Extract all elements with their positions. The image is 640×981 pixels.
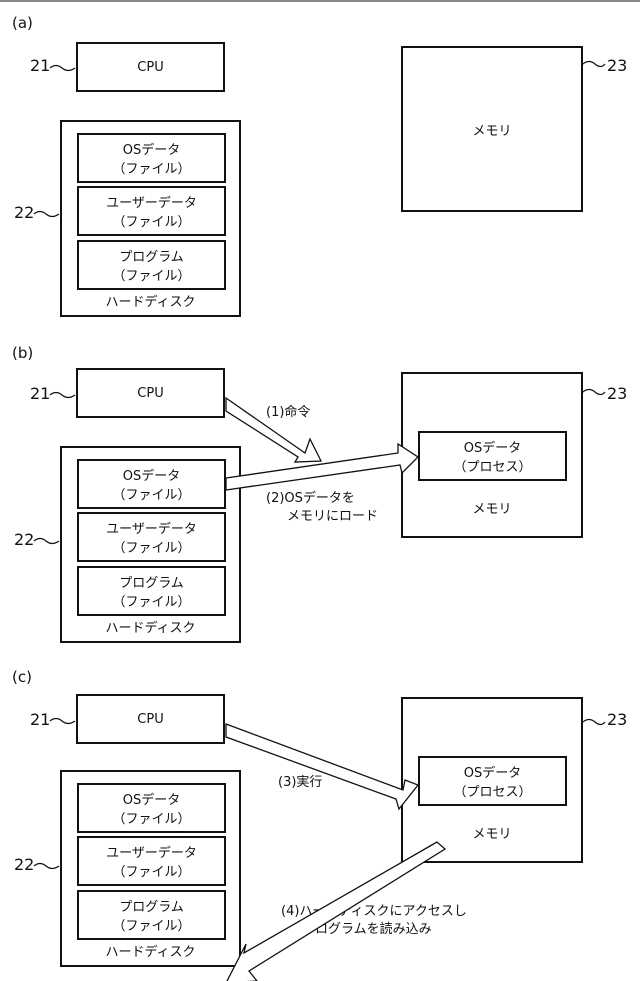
memory-box: OSデータ （プロセス） メモリ [401, 372, 583, 538]
file-kind: （ファイル） [112, 488, 191, 503]
cpu-box: CPU [76, 42, 225, 92]
leader-memory [582, 718, 606, 726]
file-kind: （ファイル） [112, 812, 191, 827]
leader-hdd [33, 210, 60, 218]
arrow-label-read-line2: プログラムを読み込み [302, 922, 432, 937]
hdd-ref-number: 22 [14, 855, 35, 874]
process-name: OSデータ [463, 766, 522, 781]
arrow-execute [225, 723, 420, 811]
file-kind: （ファイル） [112, 595, 191, 610]
file-name: ユーザーデータ [106, 846, 197, 861]
arrow-label-execute: (3)実行 [278, 775, 323, 790]
file-program: プログラム （ファイル） [77, 566, 226, 616]
top-border [0, 0, 640, 2]
hard-disk-box: OSデータ （ファイル） ユーザーデータ （ファイル） プログラム （ファイル）… [60, 120, 241, 317]
leader-cpu [49, 391, 76, 399]
file-kind: （ファイル） [112, 162, 191, 177]
leader-hdd [33, 862, 60, 870]
file-kind: （ファイル） [112, 865, 191, 880]
arrow-label-command: (1)命令 [266, 405, 311, 420]
file-kind: （ファイル） [112, 919, 191, 934]
hard-disk-box: OSデータ （ファイル） ユーザーデータ （ファイル） プログラム （ファイル）… [60, 770, 241, 967]
cpu-label: CPU [137, 59, 164, 75]
hard-disk-label: ハードディスク [105, 295, 196, 310]
memory-label: メモリ [472, 827, 512, 842]
file-program: プログラム （ファイル） [77, 890, 226, 940]
leader-hdd [33, 537, 60, 545]
cpu-label: CPU [137, 711, 164, 727]
leader-cpu [49, 64, 76, 72]
file-program: プログラム （ファイル） [77, 240, 226, 290]
file-user-data: ユーザーデータ （ファイル） [77, 512, 226, 562]
file-user-data: ユーザーデータ （ファイル） [77, 186, 226, 236]
file-name: OSデータ [122, 793, 181, 808]
file-kind: （ファイル） [112, 269, 191, 284]
hdd-ref-number: 22 [14, 203, 35, 222]
file-name: プログラム [119, 576, 184, 591]
file-kind: （ファイル） [112, 215, 191, 230]
process-name: OSデータ [463, 441, 522, 456]
panel-label: (b) [12, 344, 34, 362]
hdd-ref-number: 22 [14, 530, 35, 549]
file-name: プログラム [119, 900, 184, 915]
memory-box: メモリ [401, 46, 583, 212]
memory-ref-number: 23 [607, 710, 628, 729]
file-os-data: OSデータ （ファイル） [77, 133, 226, 183]
file-user-data: ユーザーデータ （ファイル） [77, 836, 226, 886]
leader-memory [582, 60, 606, 68]
file-name: プログラム [119, 250, 184, 265]
process-os-data: OSデータ （プロセス） [418, 431, 567, 481]
hard-disk-label: ハードディスク [105, 945, 196, 960]
cpu-ref-number: 21 [30, 384, 51, 403]
file-kind: （ファイル） [112, 541, 191, 556]
hard-disk-box: OSデータ （ファイル） ユーザーデータ （ファイル） プログラム （ファイル）… [60, 446, 241, 643]
arrow-label-load-line2: メモリにロード [287, 509, 379, 524]
arrow-load [225, 442, 420, 491]
memory-ref-number: 23 [607, 384, 628, 403]
arrow-label-load-line1: (2)OSデータを [266, 491, 355, 506]
arrow-label-read-line1: (4)ハードディスクにアクセスし [281, 904, 467, 919]
cpu-ref-number: 21 [30, 710, 51, 729]
cpu-label: CPU [137, 385, 164, 401]
panel-label: (c) [12, 668, 32, 686]
file-name: ユーザーデータ [106, 522, 197, 537]
file-name: OSデータ [122, 469, 181, 484]
process-kind: （プロセス） [453, 785, 532, 800]
cpu-box: CPU [76, 368, 225, 418]
memory-label: メモリ [472, 123, 512, 139]
process-kind: （プロセス） [453, 460, 532, 475]
panel-label: (a) [12, 14, 33, 32]
cpu-ref-number: 21 [30, 56, 51, 75]
memory-label: メモリ [472, 502, 512, 517]
file-name: ユーザーデータ [106, 196, 197, 211]
cpu-box: CPU [76, 694, 225, 744]
memory-ref-number: 23 [607, 56, 628, 75]
leader-memory [582, 388, 606, 396]
memory-box: OSデータ （プロセス） メモリ [401, 697, 583, 863]
process-os-data: OSデータ （プロセス） [418, 756, 567, 806]
file-name: OSデータ [122, 143, 181, 158]
file-os-data: OSデータ （ファイル） [77, 459, 226, 509]
hard-disk-label: ハードディスク [105, 621, 196, 636]
leader-cpu [49, 717, 76, 725]
file-os-data: OSデータ （ファイル） [77, 783, 226, 833]
